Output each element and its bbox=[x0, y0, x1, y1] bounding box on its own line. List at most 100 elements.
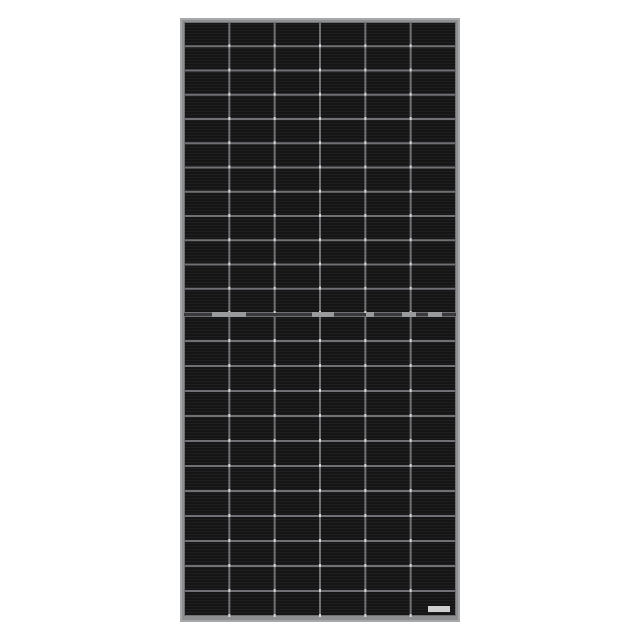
solar-cell bbox=[275, 241, 319, 264]
solar-cell bbox=[230, 417, 274, 440]
solar-cell bbox=[411, 241, 455, 264]
solar-cell bbox=[366, 517, 410, 540]
solar-cell bbox=[230, 217, 274, 240]
cell-corner-mark bbox=[273, 117, 276, 120]
solar-cell bbox=[411, 517, 455, 540]
solar-cell bbox=[275, 23, 319, 46]
cell-corner-mark bbox=[319, 364, 321, 367]
cell-corner-mark bbox=[228, 165, 231, 169]
solar-cell bbox=[411, 168, 455, 191]
cell-corner-mark bbox=[409, 564, 412, 567]
solar-cell bbox=[366, 47, 410, 70]
solar-cell bbox=[185, 120, 229, 143]
solar-cell bbox=[411, 71, 455, 94]
solar-cell bbox=[185, 95, 229, 118]
cell-corner-mark bbox=[364, 68, 367, 72]
solar-cell bbox=[185, 542, 229, 565]
solar-cell bbox=[275, 467, 319, 490]
cell-corner-mark bbox=[319, 68, 321, 72]
cell-corner-mark bbox=[364, 117, 367, 120]
solar-cell bbox=[366, 567, 410, 590]
solar-cell bbox=[366, 542, 410, 565]
solar-cell bbox=[366, 120, 410, 143]
solar-cell bbox=[321, 71, 365, 94]
solar-cell bbox=[230, 342, 274, 365]
solar-cell bbox=[275, 120, 319, 143]
cell-corner-mark bbox=[273, 286, 276, 290]
cell-corner-mark bbox=[364, 189, 367, 193]
solar-cell bbox=[275, 567, 319, 590]
cell-corner-mark bbox=[409, 339, 412, 342]
solar-cell bbox=[185, 317, 229, 340]
solar-cell bbox=[411, 47, 455, 70]
solar-cell bbox=[366, 217, 410, 240]
cell-corner-mark bbox=[364, 92, 367, 96]
cell-corner-mark bbox=[409, 589, 412, 592]
solar-cell bbox=[366, 392, 410, 415]
solar-cell bbox=[411, 265, 455, 288]
cell-corner-mark bbox=[228, 439, 231, 442]
solar-cell bbox=[185, 47, 229, 70]
cell-corner-mark bbox=[409, 189, 412, 193]
cell-corner-mark bbox=[364, 464, 367, 467]
solar-cell bbox=[230, 120, 274, 143]
solar-cell bbox=[185, 265, 229, 288]
cell-corner-mark bbox=[273, 339, 276, 342]
solar-cell bbox=[230, 265, 274, 288]
solar-cell bbox=[321, 492, 365, 515]
junction-mark bbox=[212, 312, 246, 317]
solar-cell bbox=[185, 592, 229, 615]
solar-cell bbox=[321, 442, 365, 465]
cell-corner-mark bbox=[273, 589, 276, 592]
solar-cell bbox=[411, 442, 455, 465]
cell-corner-mark bbox=[409, 364, 412, 367]
solar-cell bbox=[185, 392, 229, 415]
solar-cell bbox=[230, 492, 274, 515]
solar-cell bbox=[275, 289, 319, 312]
cell-corner-mark bbox=[319, 564, 321, 567]
solar-cell bbox=[275, 217, 319, 240]
cell-corner-mark bbox=[319, 589, 321, 592]
solar-cell bbox=[275, 592, 319, 615]
solar-cell bbox=[321, 168, 365, 191]
solar-cell bbox=[366, 168, 410, 191]
solar-cell bbox=[321, 265, 365, 288]
solar-cell bbox=[321, 392, 365, 415]
cell-corner-mark bbox=[319, 614, 321, 617]
solar-cell bbox=[230, 47, 274, 70]
cell-corner-mark bbox=[319, 262, 321, 266]
solar-cell bbox=[321, 144, 365, 167]
junction-mark bbox=[428, 312, 442, 317]
solar-cell bbox=[230, 289, 274, 312]
cell-corner-mark bbox=[409, 92, 412, 96]
solar-cell bbox=[366, 467, 410, 490]
solar-cell bbox=[230, 192, 274, 215]
solar-cell bbox=[275, 192, 319, 215]
cell-corner-mark bbox=[228, 238, 231, 242]
junction-mark bbox=[366, 312, 374, 317]
solar-cell bbox=[230, 392, 274, 415]
cell-corner-mark bbox=[273, 514, 276, 517]
cell-corner-mark bbox=[319, 117, 321, 120]
cell-corner-mark bbox=[273, 539, 276, 542]
cell-corner-mark bbox=[228, 514, 231, 517]
cell-corner-mark bbox=[273, 262, 276, 266]
solar-cell bbox=[275, 517, 319, 540]
solar-cell bbox=[321, 542, 365, 565]
cell-corner-mark bbox=[273, 165, 276, 169]
cell-corner-mark bbox=[364, 439, 367, 442]
solar-cell bbox=[230, 467, 274, 490]
solar-cell bbox=[275, 442, 319, 465]
cell-corner-mark bbox=[409, 117, 412, 120]
cell-corner-mark bbox=[409, 214, 412, 217]
label-sticker bbox=[428, 606, 450, 612]
solar-cell bbox=[275, 168, 319, 191]
solar-cell bbox=[275, 492, 319, 515]
solar-cell bbox=[230, 592, 274, 615]
cell-corner-mark bbox=[273, 238, 276, 242]
solar-cell bbox=[230, 168, 274, 191]
solar-cell bbox=[366, 317, 410, 340]
cell-corner-mark bbox=[228, 117, 231, 120]
cell-corner-mark bbox=[319, 238, 321, 242]
solar-cell bbox=[366, 592, 410, 615]
